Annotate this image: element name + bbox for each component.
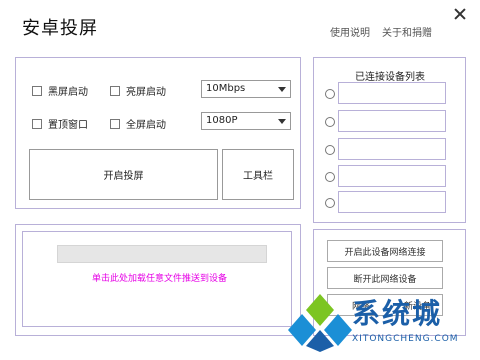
device-slot[interactable] xyxy=(338,82,446,104)
toolbar-button[interactable]: 工具栏 xyxy=(222,149,294,200)
device-slot[interactable] xyxy=(338,138,446,160)
enable-network-button[interactable]: 开启此设备网络连接 xyxy=(327,240,443,262)
watermark-text: 系统城 xyxy=(352,297,443,330)
device-slot[interactable] xyxy=(338,165,446,187)
device-radio[interactable] xyxy=(325,172,335,182)
checkbox-box[interactable] xyxy=(32,118,42,129)
resolution-select[interactable]: 1080P xyxy=(201,112,291,130)
bitrate-select[interactable]: 10Mbps xyxy=(201,80,291,98)
top-window-checkbox[interactable]: 置顶窗口 xyxy=(32,116,88,131)
resolution-value: 1080P xyxy=(206,115,238,126)
checkbox-box[interactable] xyxy=(110,85,120,96)
disconnect-network-button[interactable]: 断开此网络设备 xyxy=(327,267,443,289)
bright-screen-label: 亮屏启动 xyxy=(126,87,166,98)
watermark-url: XITONGCHENG.COM xyxy=(352,334,459,344)
black-screen-checkbox[interactable]: 黑屏启动 xyxy=(32,83,88,98)
fullscreen-checkbox[interactable]: 全屏启动 xyxy=(110,116,166,131)
bitrate-value: 10Mbps xyxy=(206,83,246,94)
device-radio[interactable] xyxy=(325,145,335,155)
chevron-down-icon xyxy=(278,119,286,124)
device-radio[interactable] xyxy=(325,89,335,99)
app-window: 安卓投屏 使用说明 关于和捐赠 黑屏启动 亮屏启动 10Mbps 置顶窗口 全屏… xyxy=(0,0,480,360)
device-radio[interactable] xyxy=(325,198,335,208)
device-slot[interactable] xyxy=(338,191,446,213)
push-progress-bar xyxy=(57,245,267,263)
fullscreen-label: 全屏启动 xyxy=(126,120,166,131)
top-window-label: 置顶窗口 xyxy=(48,120,88,131)
black-screen-label: 黑屏启动 xyxy=(48,87,88,98)
chevron-down-icon xyxy=(278,87,286,92)
app-title: 安卓投屏 xyxy=(22,18,98,39)
close-icon[interactable] xyxy=(454,8,466,20)
checkbox-box[interactable] xyxy=(32,85,42,96)
help-link[interactable]: 使用说明 xyxy=(330,24,370,39)
push-file-hint[interactable]: 单击此处加载任意文件推送到设备 xyxy=(92,271,227,284)
device-slot[interactable] xyxy=(338,110,446,132)
bright-screen-checkbox[interactable]: 亮屏启动 xyxy=(110,83,166,98)
device-list-title: 已连接设备列表 xyxy=(355,72,425,83)
checkbox-box[interactable] xyxy=(110,118,120,129)
device-radio[interactable] xyxy=(325,117,335,127)
start-cast-button[interactable]: 开启投屏 xyxy=(29,149,218,200)
about-donate-link[interactable]: 关于和捐赠 xyxy=(382,24,432,39)
